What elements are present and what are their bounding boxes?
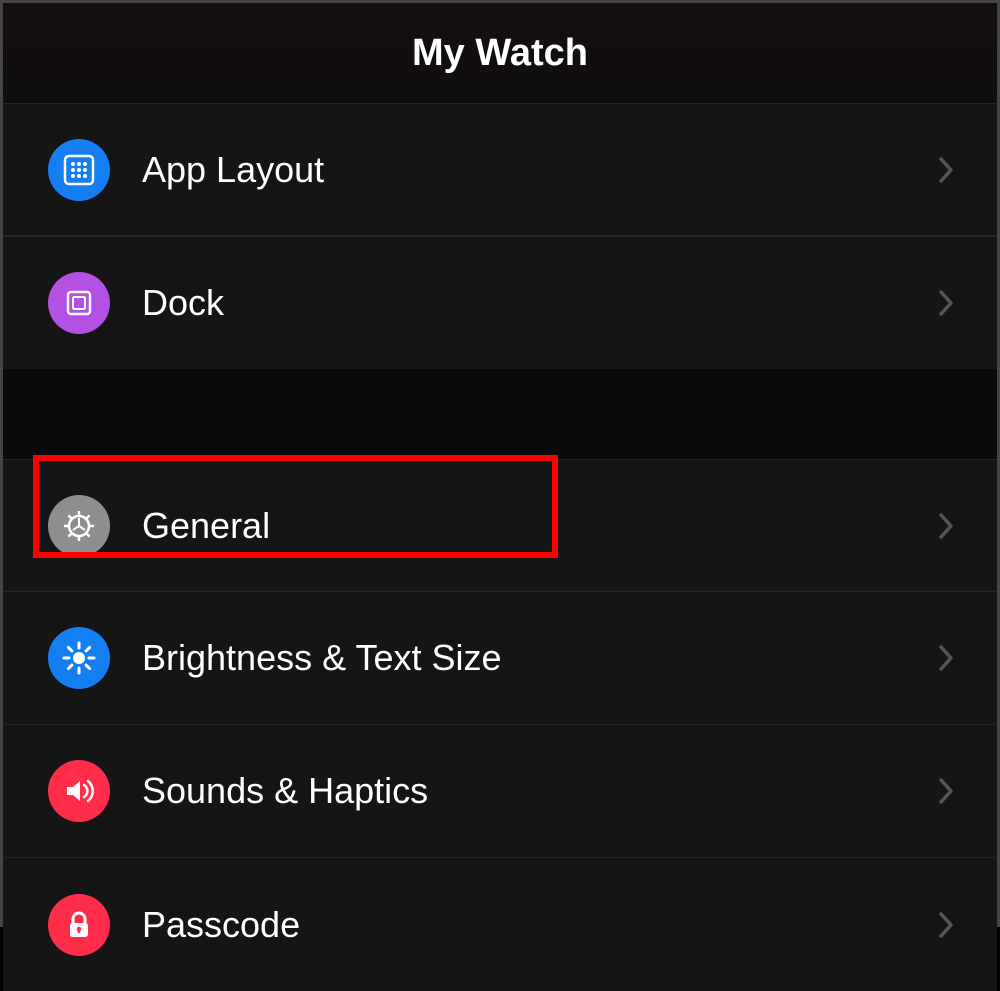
row-label: Brightness & Text Size <box>142 637 937 679</box>
settings-section-2: General <box>3 459 997 991</box>
row-label: Passcode <box>142 904 937 946</box>
watch-settings-screen: My Watch App Layout <box>0 0 1000 927</box>
section-divider <box>3 369 997 459</box>
row-label: Sounds & Haptics <box>142 770 937 812</box>
row-dock[interactable]: Dock <box>3 236 997 369</box>
row-brightness[interactable]: Brightness & Text Size <box>3 592 997 725</box>
settings-section-1: App Layout Dock <box>3 103 997 369</box>
chevron-right-icon <box>937 288 957 318</box>
page-title: My Watch <box>412 32 588 75</box>
row-label: Dock <box>142 282 937 324</box>
header: My Watch <box>3 3 997 103</box>
chevron-right-icon <box>937 643 957 673</box>
gear-icon <box>48 495 110 557</box>
grid-icon <box>48 139 110 201</box>
row-label: General <box>142 505 937 547</box>
row-general[interactable]: General <box>3 459 997 592</box>
chevron-right-icon <box>937 155 957 185</box>
sound-icon <box>48 760 110 822</box>
chevron-right-icon <box>937 511 957 541</box>
row-sounds[interactable]: Sounds & Haptics <box>3 725 997 858</box>
row-passcode[interactable]: Passcode <box>3 858 997 991</box>
chevron-right-icon <box>937 910 957 940</box>
row-label: App Layout <box>142 149 937 191</box>
brightness-icon <box>48 627 110 689</box>
lock-icon <box>48 894 110 956</box>
dock-icon <box>48 272 110 334</box>
row-app-layout[interactable]: App Layout <box>3 103 997 236</box>
chevron-right-icon <box>937 776 957 806</box>
